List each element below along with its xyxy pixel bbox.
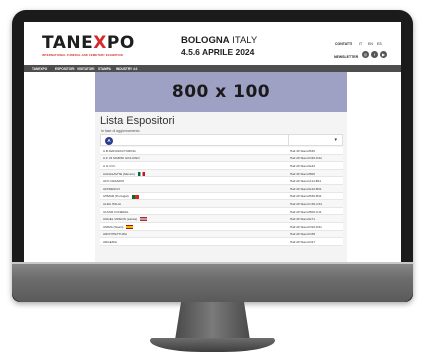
monitor-screen: TANEXPO INTERNATIONAL FUNERAL AND CEMETE…: [24, 22, 401, 262]
exhibitor-name[interactable]: ANGEL VIDEOS (Latvia): [103, 217, 137, 221]
ad-banner[interactable]: 800 x 100: [95, 72, 347, 112]
exhibitor-name[interactable]: AGNALAVITE (Mexico): [103, 172, 135, 176]
instagram-icon[interactable]: ◎: [362, 51, 369, 58]
exhibitor-stand: Hall 29 Stand E10-B31: [290, 186, 322, 191]
exhibitor-stand: Hall 29 Stand D40-D42: [290, 156, 322, 161]
logo-suffix: PO: [106, 33, 135, 53]
event-date: 4.5.6 APRILE 2024: [181, 47, 255, 57]
newsletter-link[interactable]: NEWSLETTER: [334, 55, 358, 59]
exhibitor-stand: Hall 30 Stand B06: [290, 171, 315, 176]
exhibitor-name-cell: AHMAR (Portugal): [103, 194, 139, 199]
mexico-flag-icon: [137, 171, 145, 176]
monitor-chin: [12, 262, 413, 302]
logo-x: X: [93, 33, 107, 53]
monitor-stand-neck: [175, 302, 250, 340]
event-city: BOLOGNA ITALY: [181, 35, 257, 46]
table-row[interactable]: AHMAR (Portugal) Hall 29 Stand B36-B41: [100, 192, 343, 201]
table-row[interactable]: AFFRESCO Hall 29 Stand E10-B31: [100, 184, 343, 193]
nav-item-industry[interactable]: INDUSTRY 4.0: [116, 67, 137, 71]
exhibitor-name[interactable]: ALTAIR FUNERAL: [103, 210, 129, 214]
letter-filter-bar[interactable]: A ▾: [100, 134, 343, 146]
table-row[interactable]: ALDA ITALIA Hall 29 Stand C30-C34: [100, 200, 343, 208]
logo-prefix: TANE: [42, 33, 94, 53]
nav-item-stampa[interactable]: STAMPA: [98, 67, 111, 71]
table-row[interactable]: A.F. DI MARINI GIULIANO Hall 29 Stand D40…: [100, 154, 343, 163]
filter-divider: [288, 135, 289, 145]
contatti-link[interactable]: CONTATTI: [335, 42, 352, 46]
exhibitor-stand: Hall 30 Stand B30: [290, 148, 315, 153]
page-title: Lista Espositori: [100, 115, 175, 127]
exhibitor-stand: Hall 29 Stand D22-D31: [290, 224, 322, 229]
exhibitor-name-cell: AGNALAVITE (Mexico): [103, 172, 145, 176]
table-row[interactable]: ARGENIA Hall 29 Stand D27: [100, 238, 343, 246]
exhibitor-name[interactable]: AFFRESCO: [103, 187, 120, 191]
exhibitor-table: A.B.MANUFACTURING Hall 30 Stand B30 A.F. D…: [100, 147, 343, 246]
exhibitor-stand: Hall 29 Stand B36-B41: [290, 194, 322, 199]
exhibitor-stand: Hall 29 Stand B06-C11: [290, 209, 322, 214]
tanexpo-logo[interactable]: TANEXPO: [42, 33, 135, 53]
exhibitor-name[interactable]: A.G.O.D.: [103, 164, 116, 168]
exhibitor-stand: Hall 29 Stand A14-B11: [290, 179, 322, 184]
banner-text: 800 x 100: [171, 82, 271, 102]
exhibitor-stand: Hall 30 Stand E71: [290, 217, 315, 222]
exhibitor-name[interactable]: AFO CESARIO: [103, 179, 124, 183]
lang-en[interactable]: EN: [368, 42, 373, 46]
exhibitor-name[interactable]: ALDA ITALIA: [103, 202, 121, 206]
nav-item-tanexpo[interactable]: TANEXPO: [32, 67, 47, 71]
exhibitor-stand: Hall 29 Stand D27: [290, 239, 316, 244]
portugal-flag-icon: [131, 194, 139, 199]
exhibitor-name[interactable]: ARGENIA: [103, 240, 117, 244]
exhibitor-stand: Hall 29 Stand C30-C34: [290, 201, 322, 206]
exhibitor-name-cell: ANIMA (Spain): [103, 224, 134, 229]
exhibitor-stand: Hall 29 Stand E34: [290, 163, 315, 168]
exhibitor-name[interactable]: A.B.MANUFACTURING: [103, 149, 136, 153]
exhibitor-stand: Hall 29 Stand D35: [290, 232, 316, 237]
lang-es[interactable]: ES: [377, 42, 382, 46]
table-row[interactable]: ALTAIR FUNERAL Hall 29 Stand B06-C11: [100, 207, 343, 216]
main-nav: TANEXPO ESPOSITORI VISITATORI STAMPA IND…: [24, 65, 401, 72]
table-row[interactable]: ANIMA (Spain) Hall 29 Stand D22-D31: [100, 222, 343, 231]
nav-item-espositori[interactable]: ESPOSITORI: [55, 67, 74, 71]
exhibitor-name[interactable]: AHMAR (Portugal): [103, 194, 129, 198]
table-row[interactable]: A.B.MANUFACTURING Hall 30 Stand B30: [100, 147, 343, 155]
page-subtitle: In fase di aggiornamento: [101, 129, 140, 133]
youtube-icon[interactable]: ▶: [380, 51, 387, 58]
table-row[interactable]: ARCHITETTURA Hall 29 Stand D35: [100, 230, 343, 239]
table-row[interactable]: AFO CESARIO Hall 29 Stand A14-B11: [100, 177, 343, 185]
monitor-chin-edge: [12, 262, 413, 264]
table-row[interactable]: AGNALAVITE (Mexico) Hall 30 Stand B06: [100, 169, 343, 178]
table-row[interactable]: A.G.O.D. Hall 29 Stand E34: [100, 162, 343, 170]
exhibitor-name[interactable]: ARCHITETTURA: [103, 232, 127, 236]
event-city-bold: BOLOGNA: [181, 35, 230, 46]
logo-tagline: INTERNATIONAL FUNERAL AND CEMETERY EXHIB…: [42, 53, 123, 57]
lang-it[interactable]: IT: [359, 42, 362, 46]
site-header: TANEXPO INTERNATIONAL FUNERAL AND CEMETE…: [24, 22, 401, 65]
letter-filter-badge[interactable]: A: [105, 136, 113, 145]
chevron-down-icon[interactable]: ▾: [334, 137, 337, 143]
event-city-rest: ITALY: [229, 35, 258, 46]
exhibitor-name[interactable]: ANIMA (Spain): [103, 225, 123, 229]
facebook-icon[interactable]: f: [371, 51, 378, 58]
monitor-stand-base: [150, 338, 275, 352]
spain-flag-icon: [126, 224, 134, 229]
table-row[interactable]: ANGEL VIDEOS (Latvia) Hall 30 Stand E71: [100, 215, 343, 223]
exhibitor-name[interactable]: A.F. DI MARINI GIULIANO: [103, 156, 140, 160]
nav-item-visitatori[interactable]: VISITATORI: [77, 67, 94, 71]
exhibitor-name-cell: ANGEL VIDEOS (Latvia): [103, 217, 148, 222]
latvia-flag-icon: [140, 217, 148, 222]
